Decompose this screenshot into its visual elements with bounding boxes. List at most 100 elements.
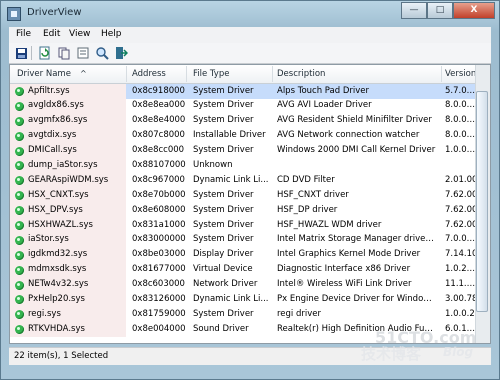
driver-file-type: System Driver — [193, 234, 254, 245]
sort-indicator: ^ — [80, 69, 87, 78]
close-button[interactable]: X — [453, 2, 495, 19]
driver-status-icon — [15, 131, 24, 141]
watermark-chinese: 技术博客 — [361, 345, 422, 363]
driver-address: 0x8e8cc000 — [132, 145, 185, 156]
driver-version: 7.0.0.10 — [445, 234, 479, 245]
driver-file-type: Virtual Device — [193, 264, 253, 275]
driver-name: dump_iaStor.sys — [28, 159, 98, 170]
scrollbar-thumb[interactable] — [476, 91, 488, 312]
driver-file-type: Display Driver — [193, 249, 254, 260]
toolbar — [9, 43, 491, 64]
driver-status-icon — [15, 280, 24, 290]
driver-address: 0x8e70b000 — [132, 189, 186, 200]
refresh-icon[interactable] — [37, 45, 53, 61]
list-header: Driver Name ^ Address File Type Descript… — [10, 65, 490, 84]
driver-version: 8.0.0.23 — [445, 100, 479, 111]
driver-address: 0x8e004000 — [132, 323, 186, 334]
exit-icon[interactable] — [113, 45, 129, 61]
table-row[interactable]: HSXHWAZL.sys 0x831a1000 System Driver HS… — [10, 218, 490, 233]
driver-version: 1.0.01.1 — [445, 145, 479, 156]
driver-address: 0x88107000 — [132, 159, 186, 170]
column-address[interactable]: Address — [132, 69, 166, 79]
table-row[interactable]: iaStor.sys 0x83000000 System Driver Inte… — [10, 232, 490, 248]
driver-name: iaStor.sys — [28, 234, 69, 245]
driver-description: HSF_DP driver — [277, 204, 338, 215]
table-row[interactable]: igdkmd32.sys 0x8be03000 Display Driver I… — [10, 247, 490, 263]
column-divider[interactable] — [441, 66, 442, 82]
menu-help[interactable]: Help — [101, 29, 122, 39]
driver-version: 7.62.00 — [445, 219, 478, 230]
app-icon — [7, 7, 21, 21]
driver-version: 11.1.1.1 — [445, 279, 479, 290]
menu-view[interactable]: View — [69, 29, 90, 39]
driver-address: 0x8be03000 — [132, 249, 186, 260]
driver-file-type: Sound Driver — [193, 323, 249, 334]
table-row[interactable]: GEARAspiWDM.sys 0x8c967000 Dynamic Link … — [10, 173, 490, 189]
driver-list[interactable]: Driver Name ^ Address File Type Descript… — [9, 64, 491, 344]
table-row[interactable]: avgldx86.sys 0x8e8ea000 System Driver AV… — [10, 98, 490, 114]
table-row[interactable]: dump_iaStor.sys 0x88107000 Unknown — [10, 158, 490, 174]
vertical-scrollbar[interactable] — [475, 65, 490, 343]
column-version[interactable]: Version — [445, 69, 476, 79]
driver-description: Alps Touch Pad Driver — [277, 85, 370, 96]
minimize-button[interactable]: — — [401, 2, 427, 19]
save-icon[interactable] — [13, 45, 29, 61]
driver-description: AVG Network connection watcher — [277, 130, 420, 141]
driver-status-icon — [15, 101, 24, 111]
driver-status-icon — [15, 250, 24, 260]
table-row[interactable]: HSX_DPV.sys 0x8e608000 System Driver HSF… — [10, 203, 490, 219]
driver-name: DMICall.sys — [28, 145, 77, 156]
driver-name: RTKVHDA.sys — [28, 323, 85, 334]
watermark-blog: Blog — [443, 345, 474, 359]
driver-file-type: System Driver — [193, 189, 254, 200]
driver-version: 2.01.00 — [445, 174, 478, 185]
driver-description: Px Engine Device Driver for Windows ... — [277, 293, 437, 304]
column-description[interactable]: Description — [277, 69, 325, 79]
maximize-button[interactable]: □ — [427, 2, 453, 19]
table-row[interactable]: NETw4v32.sys 0x8c603000 Network Driver I… — [10, 277, 490, 293]
driver-status-icon — [15, 235, 24, 245]
status-text: 22 item(s), 1 Selected — [14, 351, 109, 361]
driver-name: regi.sys — [28, 308, 61, 319]
table-row[interactable]: PxHelp20.sys 0x83126000 Dynamic Link Li.… — [10, 292, 490, 308]
driver-description: AVG Resident Shield Minifilter Driver — [277, 115, 432, 126]
column-divider[interactable] — [126, 66, 127, 82]
copy-icon[interactable] — [56, 45, 72, 61]
driver-status-icon — [15, 146, 24, 156]
driver-status-icon — [15, 87, 24, 96]
table-row[interactable]: avgmfx86.sys 0x8e8e4000 System Driver AV… — [10, 113, 490, 129]
driver-version: 1.0.0.2 — [445, 308, 475, 319]
driver-file-type: System Driver — [193, 85, 254, 96]
driver-description: CD DVD Filter — [277, 174, 335, 185]
driver-name: avgtdix.sys — [28, 130, 77, 141]
table-row[interactable]: mdmxsdk.sys 0x81677000 Virtual Device Di… — [10, 262, 490, 278]
table-row[interactable]: avgtdix.sys 0x807c8000 Installable Drive… — [10, 128, 490, 144]
driver-file-type: System Driver — [193, 219, 254, 230]
driver-name: HSX_DPV.sys — [28, 204, 83, 215]
driver-description: Intel Graphics Kernel Mode Driver — [277, 249, 421, 260]
driver-file-type: Network Driver — [193, 279, 258, 290]
toolbar-separator — [31, 46, 32, 60]
table-row[interactable]: Apfiltr.sys 0x8c918000 System Driver Alp… — [10, 84, 490, 99]
driver-file-type: Unknown — [193, 159, 233, 170]
properties-icon[interactable] — [75, 45, 91, 61]
column-divider[interactable] — [186, 66, 187, 82]
driver-name: PxHelp20.sys — [28, 293, 85, 304]
driver-address: 0x8c918000 — [132, 85, 185, 96]
menu-edit[interactable]: Edit — [43, 29, 60, 39]
find-icon[interactable] — [94, 45, 110, 61]
column-file-type[interactable]: File Type — [193, 69, 229, 79]
driver-address: 0x8e8e4000 — [132, 115, 186, 126]
column-driver-name[interactable]: Driver Name — [17, 69, 71, 79]
menu-file[interactable]: File — [16, 29, 31, 39]
menu-bar: File Edit View Help — [9, 27, 491, 44]
table-row[interactable]: regi.sys 0x81759000 System Driver regi d… — [10, 307, 490, 323]
table-row[interactable]: DMICall.sys 0x8e8cc000 System Driver Win… — [10, 143, 490, 159]
driver-address: 0x83000000 — [132, 234, 186, 245]
driver-address: 0x81677000 — [132, 264, 186, 275]
table-row[interactable]: HSX_CNXT.sys 0x8e70b000 System Driver HS… — [10, 188, 490, 204]
driver-status-icon — [15, 265, 24, 275]
column-divider[interactable] — [272, 66, 273, 82]
site-watermark: 51CTO.com 技术博客 Blog — [357, 328, 497, 374]
driver-address: 0x8e608000 — [132, 204, 186, 215]
